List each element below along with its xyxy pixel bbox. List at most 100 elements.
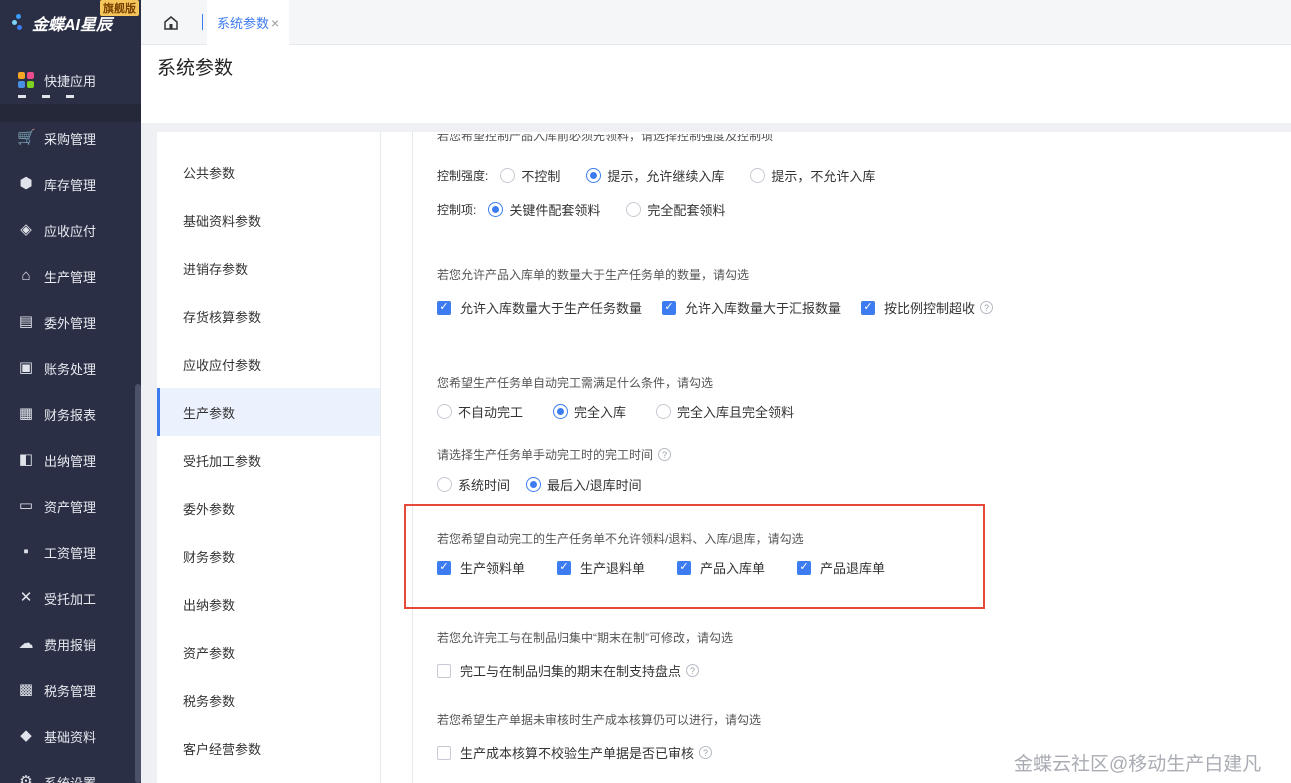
factory-icon: ⌂ [21, 267, 31, 284]
page-header: 系统参数 [141, 45, 1291, 123]
checkbox-ratio-control[interactable]: ✓ 按比例控制超收? [861, 298, 994, 317]
outsource-icon: ▤ [18, 313, 34, 330]
menu-item-4[interactable]: 应收应付参数 [157, 340, 380, 388]
menu-item-7[interactable]: 委外参数 [157, 484, 380, 532]
sidebar-item-label: 应收应付 [44, 223, 97, 239]
checkbox-skip-audit-check[interactable]: 生产成本核算不校验生产单据是否已审核? [437, 743, 713, 762]
help-icon[interactable]: ? [658, 448, 672, 461]
salary-icon: ▪ [23, 543, 29, 560]
expense-icon: ☁ [18, 635, 34, 652]
wip-edit-row: 完工与在制品归集的期末在制支持盘点? [437, 661, 725, 680]
checkbox-icon [437, 663, 451, 678]
sidebar-item-label: 账务处理 [44, 361, 97, 377]
close-icon[interactable]: × [271, 15, 279, 31]
radio-icon [437, 477, 452, 492]
menu-item-6[interactable]: 受托加工参数 [157, 436, 380, 484]
sidebar-scrollbar[interactable] [135, 384, 141, 783]
sidebar-item-13[interactable]: ◆ 基础资料 [0, 716, 135, 756]
question-wip-edit: 若您允许完工与在制品归集中“期末在制”可修改，请勾选 [437, 631, 733, 645]
radio-full-kit[interactable]: 完全配套领料 [626, 200, 725, 219]
tab-separator [202, 14, 203, 30]
menu-item-0[interactable]: 公共参数 [157, 148, 380, 196]
cashier-icon: ◧ [18, 451, 34, 468]
home-tab[interactable] [141, 0, 201, 45]
menu-item-1[interactable]: 基础资料参数 [157, 196, 380, 244]
menu-item-2[interactable]: 进销存参数 [157, 244, 380, 292]
manual-time-row: 系统时间 最后入/退库时间 [437, 475, 668, 494]
sidebar-item-0[interactable]: 🛒 采购管理 [0, 118, 135, 158]
radio-full-receipt-issue[interactable]: 完全入库且完全领料 [656, 402, 794, 421]
sidebar-item-10[interactable]: ✕ 受托加工 [0, 578, 135, 618]
sidebar-item-label: 资产管理 [44, 499, 97, 515]
radio-full-receipt[interactable]: 完全入库 [553, 402, 626, 421]
sidebar-item-8[interactable]: ▭ 资产管理 [0, 486, 135, 526]
tab-label: 系统参数 [217, 16, 270, 31]
radio-no-control[interactable]: 不控制 [500, 166, 560, 185]
sidebar-item-1[interactable]: ⬢ 库存管理 [0, 164, 135, 204]
option-label: 允许入库数量大于生产任务数量 [460, 301, 643, 316]
gutter [381, 132, 413, 783]
radio-key-parts[interactable]: 关键件配套领料 [488, 200, 600, 219]
sidebar-item-label: 受托加工 [44, 591, 97, 607]
option-label: 提示，不允许入库 [771, 169, 876, 184]
menu-item-8[interactable]: 财务参数 [157, 532, 380, 580]
watermark: 金蝶云社区@移动生产白建凡 [1014, 754, 1262, 775]
radio-no-auto[interactable]: 不自动完工 [437, 402, 523, 421]
radio-icon [626, 202, 642, 217]
sidebar-item-12[interactable]: ▩ 税务管理 [0, 670, 135, 710]
sidebar-item-label: 采购管理 [44, 131, 97, 147]
radio-icon [500, 168, 516, 183]
tax-icon: ▩ [18, 681, 34, 698]
sidebar-item-label: 出纳管理 [44, 453, 97, 469]
sidebar-item-5[interactable]: ▣ 账务处理 [0, 348, 135, 388]
radio-icon [750, 168, 766, 183]
sidebar-item-label: 库存管理 [44, 177, 97, 193]
radio-warn-deny[interactable]: 提示，不允许入库 [750, 166, 875, 185]
cart-icon: 🛒 [17, 129, 36, 146]
menu-item-12[interactable]: 客户经营参数 [157, 724, 380, 772]
help-icon[interactable]: ? [980, 301, 994, 314]
menu-item-5[interactable]: 生产参数 [157, 388, 380, 436]
menu-item-11[interactable]: 税务参数 [157, 676, 380, 724]
help-icon[interactable]: ? [699, 746, 713, 759]
control-strength-label: 控制强度: [437, 169, 489, 183]
sidebar-item-14[interactable]: ⚙ 系统设置 [0, 762, 135, 783]
checkbox-wip-count[interactable]: 完工与在制品归集的期末在制支持盘点? [437, 661, 700, 680]
sidebar-item-3[interactable]: ⌂ 生产管理 [0, 256, 135, 296]
tab-system-params[interactable]: 系统参数 × [207, 0, 289, 45]
option-label: 最后入/退库时间 [547, 478, 642, 493]
settings-panel: 若您希望控制产品入库前必须先领料，请选择控制强度及控制项 控制强度: 不控制 提… [413, 132, 1291, 783]
question-prematerial: 若您希望控制产品入库前必须先领料，请选择控制强度及控制项 [437, 134, 774, 143]
help-icon[interactable]: ? [686, 664, 700, 677]
menu-item-3[interactable]: 存货核算参数 [157, 292, 380, 340]
sidebar-item-9[interactable]: ▪ 工资管理 [0, 532, 135, 572]
question-manual-time: 请选择生产任务单手动完工时的完工时间? [437, 446, 672, 463]
menu-item-9[interactable]: 出纳参数 [157, 580, 380, 628]
radio-warn-allow[interactable]: 提示，允许继续入库 [586, 166, 724, 185]
radio-icon [437, 404, 452, 419]
sidebar-item-4[interactable]: ▤ 委外管理 [0, 302, 135, 342]
option-label: 不自动完工 [458, 405, 524, 420]
option-label: 关键件配套领料 [509, 203, 601, 218]
option-label: 按比例控制超收 [884, 301, 976, 316]
sidebar-item-7[interactable]: ◧ 出纳管理 [0, 440, 135, 480]
sidebar-item-2[interactable]: ◈ 应收应付 [0, 210, 135, 250]
radio-last-io-time[interactable]: 最后入/退库时间 [526, 475, 642, 494]
sidebar-item-label: 系统设置 [44, 775, 97, 783]
highlight-box [404, 504, 985, 609]
sidebar-item-quick-apps[interactable]: 快捷应用 [0, 60, 135, 100]
checkbox-checked-icon: ✓ [437, 300, 451, 315]
logo[interactable]: 金蝶AI星辰 旗舰版 [10, 0, 141, 38]
sidebar-item-11[interactable]: ☁ 费用报销 [0, 624, 135, 664]
question-text: 请选择生产任务单手动完工时的完工时间 [437, 448, 654, 462]
radio-system-time[interactable]: 系统时间 [437, 475, 510, 494]
question-autocomplete: 您希望生产任务单自动完工需满足什么条件，请勾选 [437, 376, 714, 390]
sidebar-item-6[interactable]: ▦ 财务报表 [0, 394, 135, 434]
menu-item-10[interactable]: 资产参数 [157, 628, 380, 676]
sidebar-item-label: 委外管理 [44, 315, 97, 331]
option-label: 系统时间 [458, 478, 511, 493]
checkbox-over-task-qty[interactable]: ✓ 允许入库数量大于生产任务数量 [437, 298, 642, 317]
receivable-icon: ◈ [20, 221, 32, 238]
checkbox-over-report-qty[interactable]: ✓ 允许入库数量大于汇报数量 [662, 298, 841, 317]
control-strength-row: 控制强度: 不控制 提示，允许继续入库 提示，不允许入库 [437, 166, 901, 185]
